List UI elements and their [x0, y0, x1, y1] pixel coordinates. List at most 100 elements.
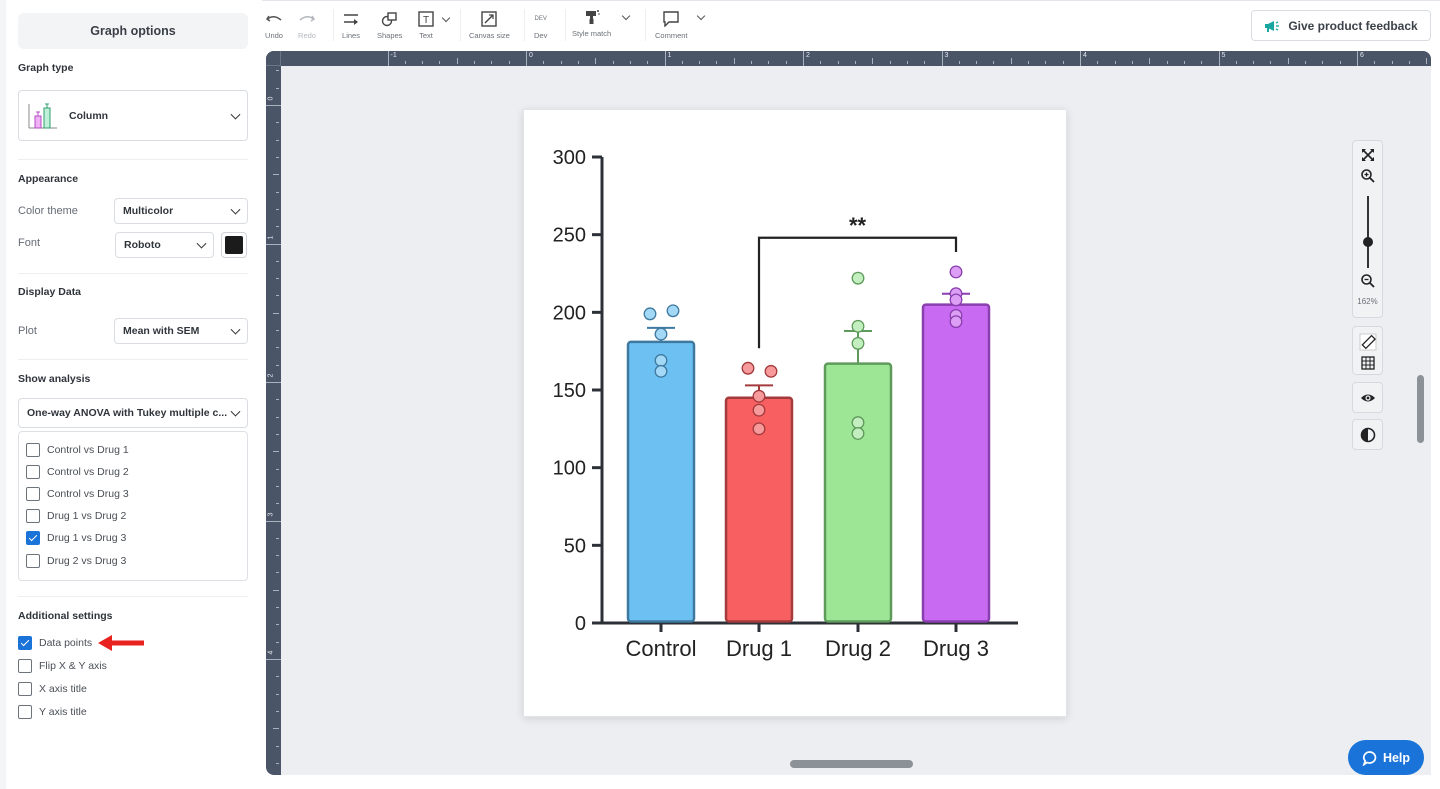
comparison-drug1-vs-drug2[interactable]: Drug 1 vs Drug 2 [26, 509, 126, 523]
ruler-minor-tick [612, 61, 614, 64]
comparison-drug1-vs-drug3[interactable]: Drug 1 vs Drug 3 [26, 531, 126, 545]
ruler-icon[interactable] [1359, 333, 1377, 351]
vertical-scrollbar[interactable] [1417, 375, 1424, 443]
color-theme-select[interactable]: Multicolor [114, 198, 248, 224]
contrast-toggle[interactable] [1352, 419, 1383, 450]
ruler-minor-tick [276, 624, 279, 626]
graph-type-select[interactable]: Column [18, 90, 248, 141]
x-tick-label: Control [626, 636, 697, 661]
divider [18, 273, 248, 274]
ruler-minor-tick [276, 693, 279, 695]
comparison-control-vs-drug2[interactable]: Control vs Drug 2 [26, 465, 129, 479]
canvas-size-icon [481, 11, 498, 27]
option-x-axis-title[interactable]: X axis title [18, 682, 87, 696]
fit-to-screen-icon[interactable] [1360, 147, 1376, 163]
column-chart[interactable]: 0 50 100 150 200 250 300 Control Drug 1 Drug 2 Dru… [523, 109, 1067, 717]
checkbox[interactable] [18, 705, 32, 719]
lines-button[interactable]: Lines [342, 11, 360, 40]
redo-button[interactable]: Redo [298, 11, 316, 40]
ruler-major-tick [266, 243, 281, 245]
undo-button[interactable]: Undo [265, 11, 283, 40]
ruler-minor-tick [276, 745, 279, 747]
zoom-slider-track[interactable] [1367, 196, 1369, 268]
ruler-major-tick [266, 382, 281, 383]
analysis-test-select[interactable]: One-way ANOVA with Tukey multiple c... [18, 398, 248, 428]
ruler-minor-tick [276, 503, 279, 505]
ruler-minor-tick [1374, 61, 1376, 64]
canvas-size-button[interactable]: Canvas size [469, 11, 510, 40]
chevron-down-icon [230, 109, 241, 120]
comparison-drug2-vs-drug3[interactable]: Drug 2 vs Drug 3 [26, 554, 126, 568]
paint-format-icon [585, 10, 600, 24]
give-feedback-button[interactable]: Give product feedback [1251, 10, 1431, 41]
horizontal-scrollbar[interactable] [790, 760, 913, 768]
comment-button[interactable]: Comment [655, 11, 688, 40]
checkbox-checked[interactable] [26, 531, 40, 545]
checkbox[interactable] [26, 554, 40, 568]
data-point [752, 403, 766, 417]
comparison-label: Drug 1 vs Drug 3 [47, 532, 127, 544]
bar-drug-2 [823, 362, 893, 623]
ruler-label: -1 [390, 52, 397, 59]
checkbox[interactable] [26, 487, 40, 501]
ruler-label: 1 [267, 235, 275, 239]
comment-icon [663, 11, 679, 27]
text-dropdown-icon[interactable] [441, 13, 451, 23]
ruler-minor-tick [647, 61, 649, 64]
style-match-dropdown-icon[interactable] [621, 11, 631, 21]
svg-text:T: T [423, 15, 429, 26]
comment-dropdown-icon[interactable] [696, 11, 706, 21]
ruler-minor-tick [820, 61, 822, 64]
ruler-label: 3 [267, 512, 275, 516]
checkbox[interactable] [18, 659, 32, 673]
ruler-minor-tick [276, 330, 279, 332]
zoom-slider-handle[interactable] [1363, 237, 1373, 247]
ruler-minor-tick [276, 555, 279, 557]
ruler-label: 0 [267, 96, 275, 101]
eye-icon [1361, 394, 1375, 402]
ruler-minor-tick [1062, 61, 1064, 64]
ruler-minor-tick [1391, 61, 1393, 64]
zoom-in-icon[interactable] [1360, 168, 1376, 184]
ruler-minor-tick [699, 61, 701, 64]
option-flip-axes[interactable]: Flip X & Y axis [18, 659, 107, 673]
ruler-minor-tick [276, 485, 279, 487]
ruler-label: 4 [267, 650, 275, 655]
plot-select[interactable]: Mean with SEM [114, 318, 248, 344]
ruler-minor-tick [1010, 58, 1012, 64]
graph-type-heading: Graph type [18, 62, 74, 74]
comparison-control-vs-drug3[interactable]: Control vs Drug 3 [26, 487, 129, 501]
checkbox[interactable] [26, 443, 40, 457]
shapes-button[interactable]: Shapes [377, 11, 402, 40]
text-button[interactable]: T Text [417, 11, 435, 40]
ruler-minor-tick [595, 58, 597, 64]
comparison-control-vs-drug1[interactable]: Control vs Drug 1 [26, 443, 129, 457]
ruler-minor-tick [276, 572, 279, 574]
dev-button[interactable]: DEV Dev [534, 11, 547, 40]
checkbox[interactable] [26, 465, 40, 479]
ruler-minor-tick [276, 537, 279, 539]
zoom-out-icon[interactable] [1360, 273, 1376, 289]
grid-icon[interactable] [1360, 355, 1376, 371]
comparison-label: Drug 2 vs Drug 3 [47, 555, 127, 567]
checkbox-checked[interactable] [18, 636, 32, 650]
option-data-points[interactable]: Data points [18, 636, 92, 650]
ruler-minor-tick [276, 416, 279, 418]
checkbox[interactable] [26, 509, 40, 523]
help-button[interactable]: Help [1348, 740, 1424, 775]
font-select[interactable]: Roboto [115, 232, 214, 258]
preview-toggle[interactable] [1352, 382, 1383, 413]
ruler-minor-tick [276, 122, 279, 124]
y-tick-label: 50 [564, 535, 586, 557]
ruler-major-tick [526, 51, 527, 66]
style-match-button[interactable]: Style match [572, 9, 611, 38]
ruler-minor-tick [958, 61, 960, 64]
ruler-major-tick [803, 51, 804, 66]
option-y-axis-title[interactable]: Y axis title [18, 705, 87, 719]
graph-type-value: Column [69, 109, 109, 122]
ruler-minor-tick [681, 61, 683, 64]
ruler-major-tick [1080, 51, 1081, 66]
appearance-heading: Appearance [18, 173, 79, 185]
checkbox[interactable] [18, 682, 32, 696]
font-color-picker[interactable] [221, 232, 247, 258]
